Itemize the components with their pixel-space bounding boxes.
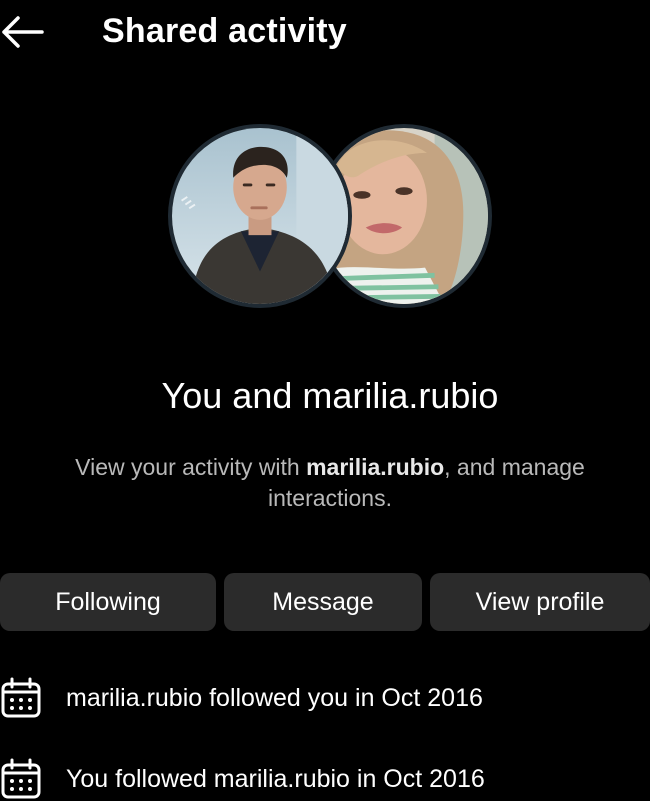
back-button[interactable] [0, 10, 46, 54]
activity-text: You followed marilia.rubio in Oct 2016 [66, 765, 485, 793]
description-prefix: View your activity with [75, 454, 307, 480]
shared-activity-description: View your activity with marilia.rubio, a… [30, 452, 630, 514]
calendar-icon [0, 758, 42, 800]
view-profile-button[interactable]: View profile [430, 573, 650, 631]
arrow-left-icon [0, 14, 44, 50]
description-username: marilia.rubio [306, 454, 445, 480]
activity-item: marilia.rubio followed you in Oct 2016 [0, 676, 650, 720]
avatar-self[interactable] [168, 124, 352, 308]
activity-item: You followed marilia.rubio in Oct 2016 [0, 757, 650, 801]
message-button[interactable]: Message [224, 573, 422, 631]
action-buttons: Following Message View profile [0, 573, 650, 631]
avatar-group [168, 124, 493, 312]
page-title: Shared activity [102, 12, 347, 50]
calendar-icon [0, 677, 42, 719]
following-button[interactable]: Following [0, 573, 216, 631]
shared-activity-headline: You and marilia.rubio [161, 375, 499, 416]
activity-text: marilia.rubio followed you in Oct 2016 [66, 684, 483, 712]
